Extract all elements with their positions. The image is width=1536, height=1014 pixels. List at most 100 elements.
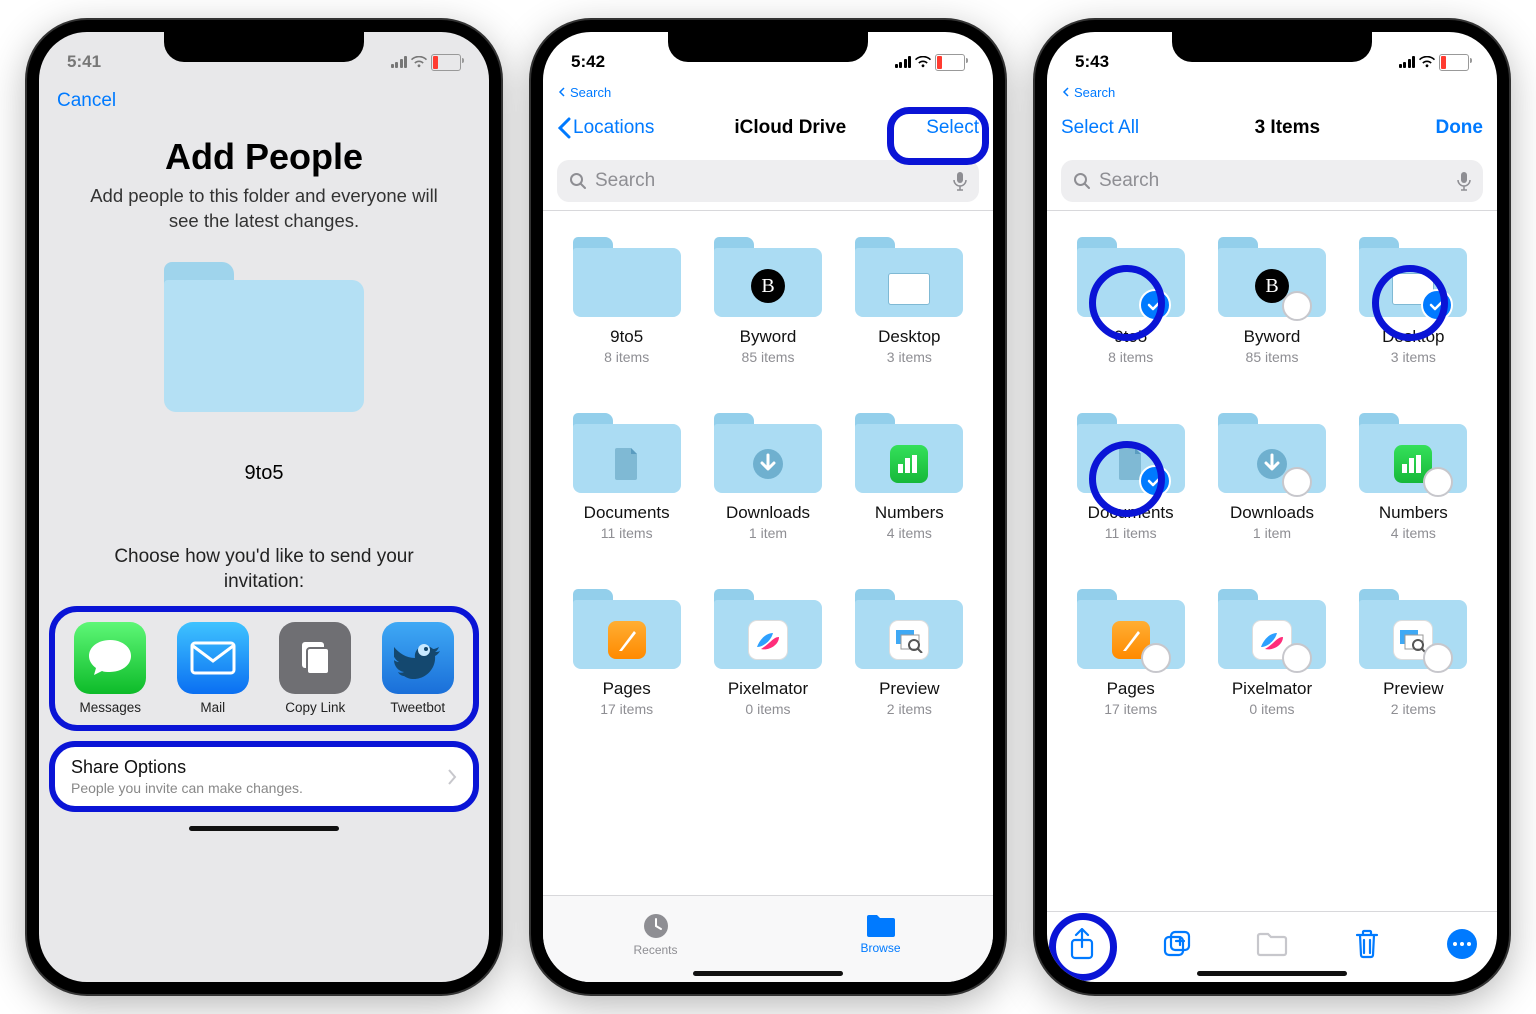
select-all-button[interactable]: Select All [1061,117,1139,139]
folder-item[interactable]: BByword85 items [704,237,831,365]
folder-meta-label: 2 items [887,701,932,717]
share-mail[interactable]: Mail [170,622,256,715]
folder-name-label: Desktop [878,327,940,347]
folder-item[interactable]: BByword85 items [1208,237,1335,365]
share-button[interactable] [1065,927,1099,961]
share-apps-row: Messages Mail Copy Link Tweetbot [49,606,479,731]
signal-icon [895,56,912,68]
folder-name-label: Preview [879,679,939,699]
selected-check-icon [1139,465,1171,497]
folder-icon [855,589,963,669]
folder-icon [1359,413,1467,493]
folder-item[interactable]: Pixelmator 0 items [704,589,831,717]
chevron-right-icon [447,769,457,785]
folder-name-label: 9to5 [610,327,643,347]
status-time: 5:41 [67,52,101,72]
folder-meta-label: 0 items [745,701,790,717]
folder-icon [855,413,963,493]
trash-button[interactable] [1350,927,1384,961]
folder-item[interactable]: Pixelmator0 items [1208,589,1335,717]
signal-icon [391,56,408,68]
folder-name-label: Pixelmator [1232,679,1312,699]
status-time: 5:42 [571,52,605,72]
invite-prompt: Choose how you'd like to send your invit… [39,545,489,594]
wifi-icon [1419,56,1435,68]
folder-item[interactable]: Downloads1 item [704,413,831,541]
move-button[interactable] [1255,927,1289,961]
folder-item[interactable]: Pages17 items [1067,589,1194,717]
folder-meta-label: 11 items [1105,525,1157,541]
share-tweetbot[interactable]: Tweetbot [375,622,461,715]
phone-icloud-select: 5:43 Search Select All 3 Items Done Sear… [1035,20,1509,994]
folder-icon [714,589,822,669]
nav-title: iCloud Drive [734,117,846,139]
folder-icon [1077,589,1185,669]
folder-item[interactable]: 9to58 items [1067,237,1194,365]
back-locations-button[interactable]: Locations [557,117,654,139]
folder-item[interactable]: Preview2 items [1350,589,1477,717]
folder-item[interactable]: Documents11 items [563,413,690,541]
folder-name-label: Documents [584,503,670,523]
share-messages[interactable]: Messages [67,622,153,715]
folder-meta-label: 3 items [1391,349,1436,365]
search-input[interactable]: Search [1061,160,1483,202]
folder-name-label: Documents [1088,503,1174,523]
cancel-button[interactable]: Cancel [57,90,116,112]
folder-icon [1077,413,1185,493]
folder-name-label: Pages [1107,679,1155,699]
battery-icon [431,54,461,71]
folder-item[interactable]: Desktop3 items [846,237,973,365]
folder-item[interactable]: Numbers4 items [846,413,973,541]
signal-icon [1399,56,1416,68]
folder-name-label: Downloads [726,503,810,523]
folder-icon: B [714,237,822,317]
wifi-icon [411,56,427,68]
folder-name: 9to5 [39,462,489,485]
more-button[interactable] [1445,927,1479,961]
battery-icon [1439,54,1469,71]
search-icon [569,172,587,190]
folder-icon [714,413,822,493]
unselected-circle-icon [1282,291,1312,321]
folder-name-label: Pixelmator [728,679,808,699]
folder-item[interactable]: Pages17 items [563,589,690,717]
share-options-row[interactable]: Share Options People you invite can make… [49,741,479,812]
done-button[interactable]: Done [1435,117,1483,139]
folder-name-label: Preview [1383,679,1443,699]
duplicate-button[interactable] [1160,927,1194,961]
share-copy-link[interactable]: Copy Link [272,622,358,715]
folder-icon [573,589,681,669]
messages-icon [74,622,146,694]
home-indicator[interactable] [1197,971,1347,976]
folder-grid: 9to58 itemsBByword85 itemsDesktop3 items… [1047,211,1497,911]
tab-bar: Recents Browse [543,895,993,982]
search-input[interactable]: Search [557,160,979,202]
tab-recents[interactable]: Recents [543,896,768,972]
folder-preview [39,262,489,412]
folder-icon [573,237,681,317]
dictation-icon[interactable] [1457,171,1471,191]
folder-icon [1218,413,1326,493]
unselected-circle-icon [1282,467,1312,497]
folder-item[interactable]: Preview 2 items [846,589,973,717]
folder-item[interactable]: Documents 11 items [1067,413,1194,541]
phone-icloud-browse: 5:42 Search Locations iCloud Drive Selec… [531,20,1005,994]
folder-item[interactable]: 9to5 8 items [563,237,690,365]
breadcrumb-search[interactable]: Search [1047,84,1497,100]
folder-item[interactable]: Downloads1 item [1208,413,1335,541]
folder-name-label: Downloads [1230,503,1314,523]
dictation-icon[interactable] [953,171,967,191]
home-indicator[interactable] [189,826,339,831]
folder-meta-label: 4 items [887,525,932,541]
page-subtitle: Add people to this folder and everyone w… [39,178,489,234]
folder-icon [1359,237,1467,317]
share-options-label: Share Options [71,757,303,778]
folder-item[interactable]: Numbers4 items [1350,413,1477,541]
home-indicator[interactable] [693,971,843,976]
status-time: 5:43 [1075,52,1109,72]
folder-icon [865,913,897,939]
tab-browse[interactable]: Browse [768,896,993,972]
folder-item[interactable]: Desktop3 items [1350,237,1477,365]
folder-meta-label: 8 items [604,349,649,365]
breadcrumb-search[interactable]: Search [543,84,993,100]
